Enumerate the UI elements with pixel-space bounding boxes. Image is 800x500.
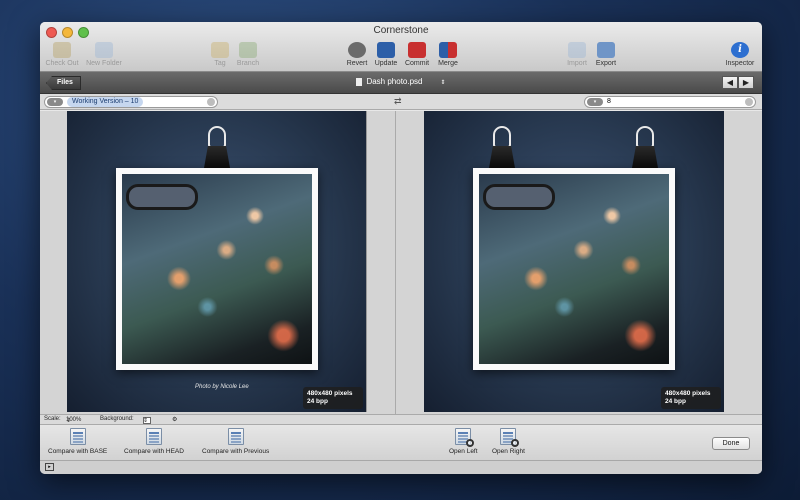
- back-arrow-icon[interactable]: ◀: [722, 76, 738, 89]
- merge-icon: [439, 42, 457, 58]
- clear-left-icon[interactable]: [207, 98, 215, 106]
- photo-image: [479, 174, 669, 364]
- swap-icon[interactable]: ⇄: [394, 96, 402, 107]
- bottom-toolbar: Compare with BASE Compare with HEAD Comp…: [40, 425, 762, 460]
- compare-area: Photo by Nicole Lee 480x480 pixels 24 bp…: [40, 111, 762, 414]
- import-folder-icon: [568, 42, 586, 58]
- checkout-button[interactable]: Check Out: [42, 42, 82, 67]
- file-name: Dash photo.psd: [366, 77, 423, 86]
- inspector-button[interactable]: i Inspector: [720, 42, 760, 67]
- magnifier-icon: [466, 439, 475, 447]
- compare-doc-icon: [69, 428, 86, 445]
- export-button[interactable]: Export: [586, 42, 626, 67]
- binder-clip-icon: [204, 126, 230, 174]
- revert-icon: [348, 42, 366, 58]
- photo-image: [122, 174, 312, 364]
- image-info-badge: 480x480 pixels 24 bpp: [661, 387, 721, 409]
- new-folder-button[interactable]: New Folder: [84, 42, 124, 67]
- settings-icon[interactable]: ⚙: [172, 416, 177, 423]
- chevron-updown-icon: ⇕: [143, 418, 149, 424]
- commit-icon: [408, 42, 426, 58]
- document-icon: [356, 77, 363, 86]
- path-bar: Files Dash photo.psd ⇕ ◀ ▶: [40, 72, 762, 94]
- title-bar: Cornerstone Check Out New Folder Tag Bra…: [40, 22, 762, 72]
- magnifier-icon: [511, 439, 520, 447]
- branch-icon: [239, 42, 257, 58]
- binder-clip-icon: [489, 126, 515, 174]
- compare-doc-icon: [227, 428, 244, 445]
- polaroid-frame: [116, 168, 318, 370]
- right-version-value: 8: [607, 98, 611, 105]
- open-right-button[interactable]: Open Right: [492, 428, 525, 455]
- chevron-updown-icon: ⇕: [440, 80, 446, 86]
- compare-previous-button[interactable]: Compare with Previous: [202, 428, 269, 455]
- right-image-pane[interactable]: 480x480 pixels 24 bpp: [424, 111, 724, 412]
- image-info-badge: 480x480 pixels 24 bpp: [303, 387, 363, 409]
- version-bar: ▾ Working Version – 10 ⇄ ▾ 8: [40, 94, 762, 110]
- nav-buttons: ◀ ▶: [722, 76, 754, 89]
- polaroid-frame: [473, 168, 675, 370]
- branch-button[interactable]: Branch: [228, 42, 268, 67]
- open-doc-icon: [455, 428, 475, 447]
- compare-doc-icon: [145, 428, 162, 445]
- export-folder-icon: [597, 42, 615, 58]
- compare-base-button[interactable]: Compare with BASE: [48, 428, 107, 455]
- scale-label: Scale:: [44, 416, 61, 422]
- done-button[interactable]: Done: [712, 437, 750, 450]
- open-doc-icon: [500, 428, 520, 447]
- merge-button[interactable]: Merge: [428, 42, 468, 67]
- left-image-pane[interactable]: Photo by Nicole Lee 480x480 pixels 24 bp…: [67, 111, 367, 412]
- version-mode-icon[interactable]: ▾: [587, 98, 603, 106]
- tag-icon: [211, 42, 229, 58]
- window-title: Cornerstone: [373, 25, 429, 36]
- binder-clip-icon: [632, 126, 658, 174]
- scale-bar: Scale: 100% ⇕ Background: ⇕ ⚙: [40, 414, 762, 425]
- status-bar: ▸: [40, 460, 762, 474]
- background-label: Background:: [100, 416, 134, 422]
- version-mode-icon[interactable]: ▾: [47, 98, 63, 106]
- chevron-updown-icon: ⇕: [66, 418, 72, 424]
- checkout-icon: [53, 42, 71, 58]
- right-version-field[interactable]: ▾ 8: [584, 96, 756, 108]
- info-icon: i: [731, 42, 749, 58]
- left-version-field[interactable]: ▾ Working Version – 10: [44, 96, 218, 108]
- sidebar-toggle-icon[interactable]: ▸: [45, 463, 54, 471]
- photo-caption: Photo by Nicole Lee: [195, 384, 249, 390]
- clear-right-icon[interactable]: [745, 98, 753, 106]
- pane-divider[interactable]: [395, 111, 396, 414]
- open-left-button[interactable]: Open Left: [449, 428, 478, 455]
- file-selector[interactable]: Dash photo.psd ⇕: [40, 77, 762, 86]
- left-version-token: Working Version – 10: [67, 97, 144, 107]
- mirror-shape: [126, 184, 198, 210]
- compare-head-button[interactable]: Compare with HEAD: [124, 428, 184, 455]
- mirror-shape: [483, 184, 555, 210]
- update-icon: [377, 42, 395, 58]
- app-window: Cornerstone Check Out New Folder Tag Bra…: [40, 22, 762, 474]
- forward-arrow-icon[interactable]: ▶: [738, 76, 754, 89]
- folder-icon: [95, 42, 113, 58]
